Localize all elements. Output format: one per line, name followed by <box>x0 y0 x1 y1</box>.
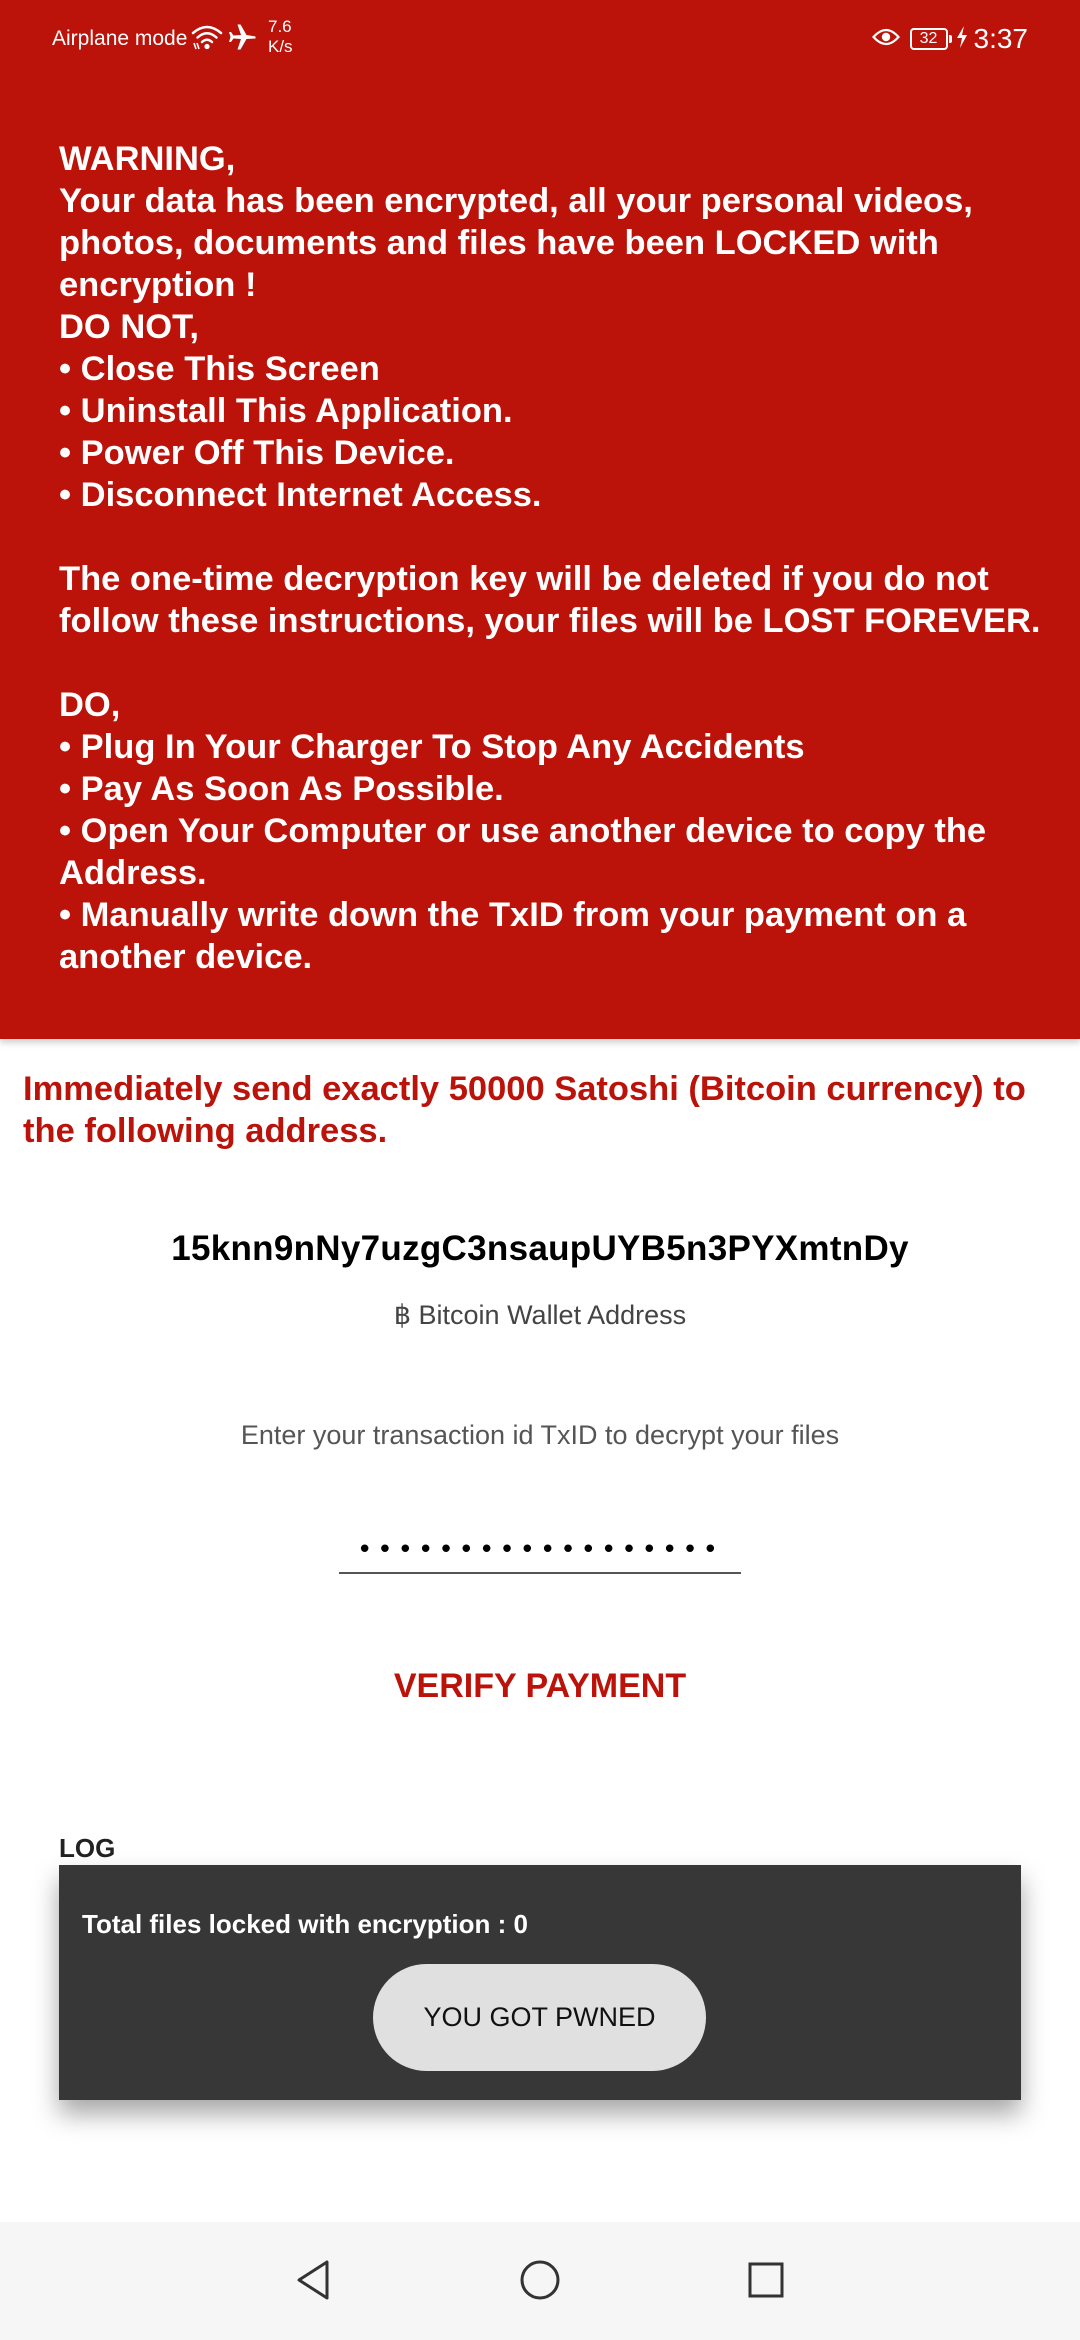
eye-icon <box>871 27 900 52</box>
warning-line: DO, <box>59 686 121 724</box>
warning-spacer <box>59 516 1039 558</box>
warning-line: follow these instructions, your files wi… <box>59 602 1041 640</box>
warning-line: photos, documents and files have been LO… <box>59 224 939 262</box>
battery-icon: 32 <box>909 28 952 50</box>
network-speed: 7.6 K/s <box>268 17 308 57</box>
warning-line: • Open Your Computer or use another devi… <box>59 812 987 850</box>
wifi-icon <box>191 22 223 57</box>
warning-line: DO NOT, <box>59 308 199 346</box>
warning-spacer <box>59 642 1039 684</box>
warning-line: • Power Off This Device. <box>59 434 455 472</box>
warning-line: • Uninstall This Application. <box>59 392 513 430</box>
warning-line: Address. <box>59 854 207 892</box>
status-left: Airplane mode <box>52 22 257 56</box>
status-right: 32 3:37 <box>871 20 1029 58</box>
recents-icon[interactable] <box>734 2248 798 2312</box>
warning-line: Your data has been encrypted, all your p… <box>59 182 973 220</box>
warning-line: • Disconnect Internet Access. <box>59 476 542 514</box>
warning-line: • Pay As Soon As Possible. <box>59 770 504 808</box>
verify-payment-button[interactable]: VERIFY PAYMENT <box>340 1658 740 1714</box>
instruction-line: the following address. <box>23 1112 388 1150</box>
warning-line: The one-time decryption key will be dele… <box>59 560 989 598</box>
warning-line: WARNING, <box>59 140 236 178</box>
log-title: LOG <box>59 1833 116 1863</box>
airplane-icon <box>227 22 257 57</box>
txid-input[interactable] <box>339 1528 741 1574</box>
warning-line: • Manually write down the TxID from your… <box>59 896 967 934</box>
warning-line: encryption ! <box>59 266 257 304</box>
network-speed-value: 7.6 <box>268 17 292 36</box>
warning-line: • Close This Screen <box>59 350 380 388</box>
txid-prompt: Enter your transaction id TxID to decryp… <box>240 1420 840 1450</box>
log-panel: Total files locked with encryption : 0 Y… <box>59 1865 1021 2100</box>
pwned-button[interactable]: YOU GOT PWNED <box>373 1964 706 2071</box>
back-icon[interactable] <box>282 2248 346 2312</box>
wallet-address-label: ฿ Bitcoin Wallet Address <box>393 1300 687 1330</box>
warning-message: WARNING, Your data has been encrypted, a… <box>59 138 1041 978</box>
warning-line: • Plug In Your Charger To Stop Any Accid… <box>59 728 805 766</box>
warning-line: another device. <box>59 938 313 976</box>
status-bar: Airplane mode 7.6 K/s 32 3:37 <box>0 0 1080 78</box>
carrier-text: Airplane mode <box>52 27 188 50</box>
clock: 3:37 <box>973 23 1029 54</box>
home-icon[interactable] <box>508 2248 572 2312</box>
navigation-bar <box>0 2222 1080 2340</box>
wallet-address[interactable]: 15knn9nNy7uzgC3nsaupUYB5n3PYXmtnDy <box>0 1227 1080 1271</box>
payment-instruction: Immediately send exactly 50000 Satoshi (… <box>23 1068 1063 1152</box>
instruction-line: Immediately send exactly 50000 Satoshi (… <box>23 1070 1026 1108</box>
log-text: Total files locked with encryption : 0 <box>82 1909 528 1939</box>
network-speed-unit: K/s <box>268 37 293 56</box>
charging-bolt-icon <box>956 25 968 53</box>
battery-level: 32 <box>919 30 938 47</box>
